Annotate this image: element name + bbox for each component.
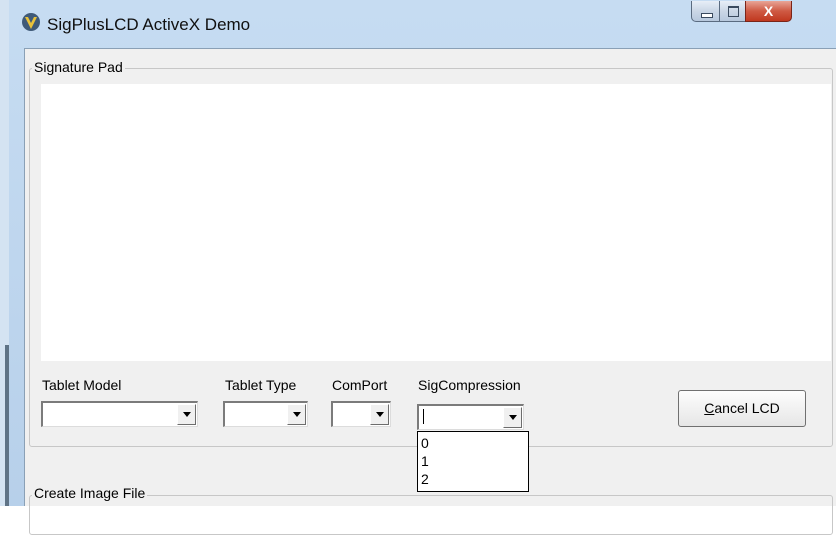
- minimize-icon: [701, 13, 713, 18]
- create-image-file-group: [29, 495, 833, 535]
- comport-dropdown-button[interactable]: [370, 404, 389, 425]
- comport-label: ComPort: [332, 377, 388, 393]
- comport-select[interactable]: [331, 401, 391, 427]
- tablet-model-dropdown-button[interactable]: [177, 404, 196, 425]
- maximize-button[interactable]: [719, 1, 746, 22]
- tablet-type-select[interactable]: [223, 401, 308, 427]
- chevron-down-icon: [509, 415, 517, 420]
- text-caret: [423, 409, 424, 424]
- sigplus-app-icon: [22, 13, 40, 31]
- sig-compression-dropdown-button[interactable]: [503, 407, 522, 428]
- close-button[interactable]: X: [745, 1, 792, 22]
- tablet-type-dropdown-button[interactable]: [287, 404, 306, 425]
- cancel-lcd-button[interactable]: Cancel LCD: [678, 390, 806, 427]
- sig-compression-options-list: 0 1 2: [417, 431, 529, 492]
- tablet-type-label: Tablet Type: [225, 377, 297, 393]
- tablet-model-select[interactable]: [41, 401, 198, 427]
- desktop-background: [0, 0, 9, 506]
- sig-compression-label: SigCompression: [418, 377, 521, 393]
- signature-canvas[interactable]: [41, 84, 831, 361]
- sig-compression-option[interactable]: 0: [421, 435, 429, 451]
- sig-compression-option[interactable]: 1: [421, 453, 429, 469]
- chevron-down-icon: [376, 412, 384, 417]
- chevron-down-icon: [183, 412, 191, 417]
- window-title: SigPlusLCD ActiveX Demo: [47, 15, 251, 34]
- sig-compression-option[interactable]: 2: [421, 471, 429, 487]
- cancel-mnemonic: C: [704, 400, 715, 416]
- tablet-model-label: Tablet Model: [42, 377, 122, 393]
- maximize-icon: [728, 6, 739, 17]
- title-bar[interactable]: SigPlusLCD ActiveX Demo X: [9, 0, 836, 48]
- create-image-file-group-label: Create Image File: [32, 485, 148, 501]
- client-area: Signature Pad Tablet Model Tablet Type C…: [24, 48, 836, 535]
- signature-pad-group-label: Signature Pad: [32, 59, 125, 75]
- close-icon: X: [763, 3, 774, 19]
- minimize-button[interactable]: [691, 1, 720, 22]
- chevron-down-icon: [293, 412, 301, 417]
- cancel-label: ancel LCD: [714, 400, 780, 416]
- sig-compression-select[interactable]: [417, 404, 524, 430]
